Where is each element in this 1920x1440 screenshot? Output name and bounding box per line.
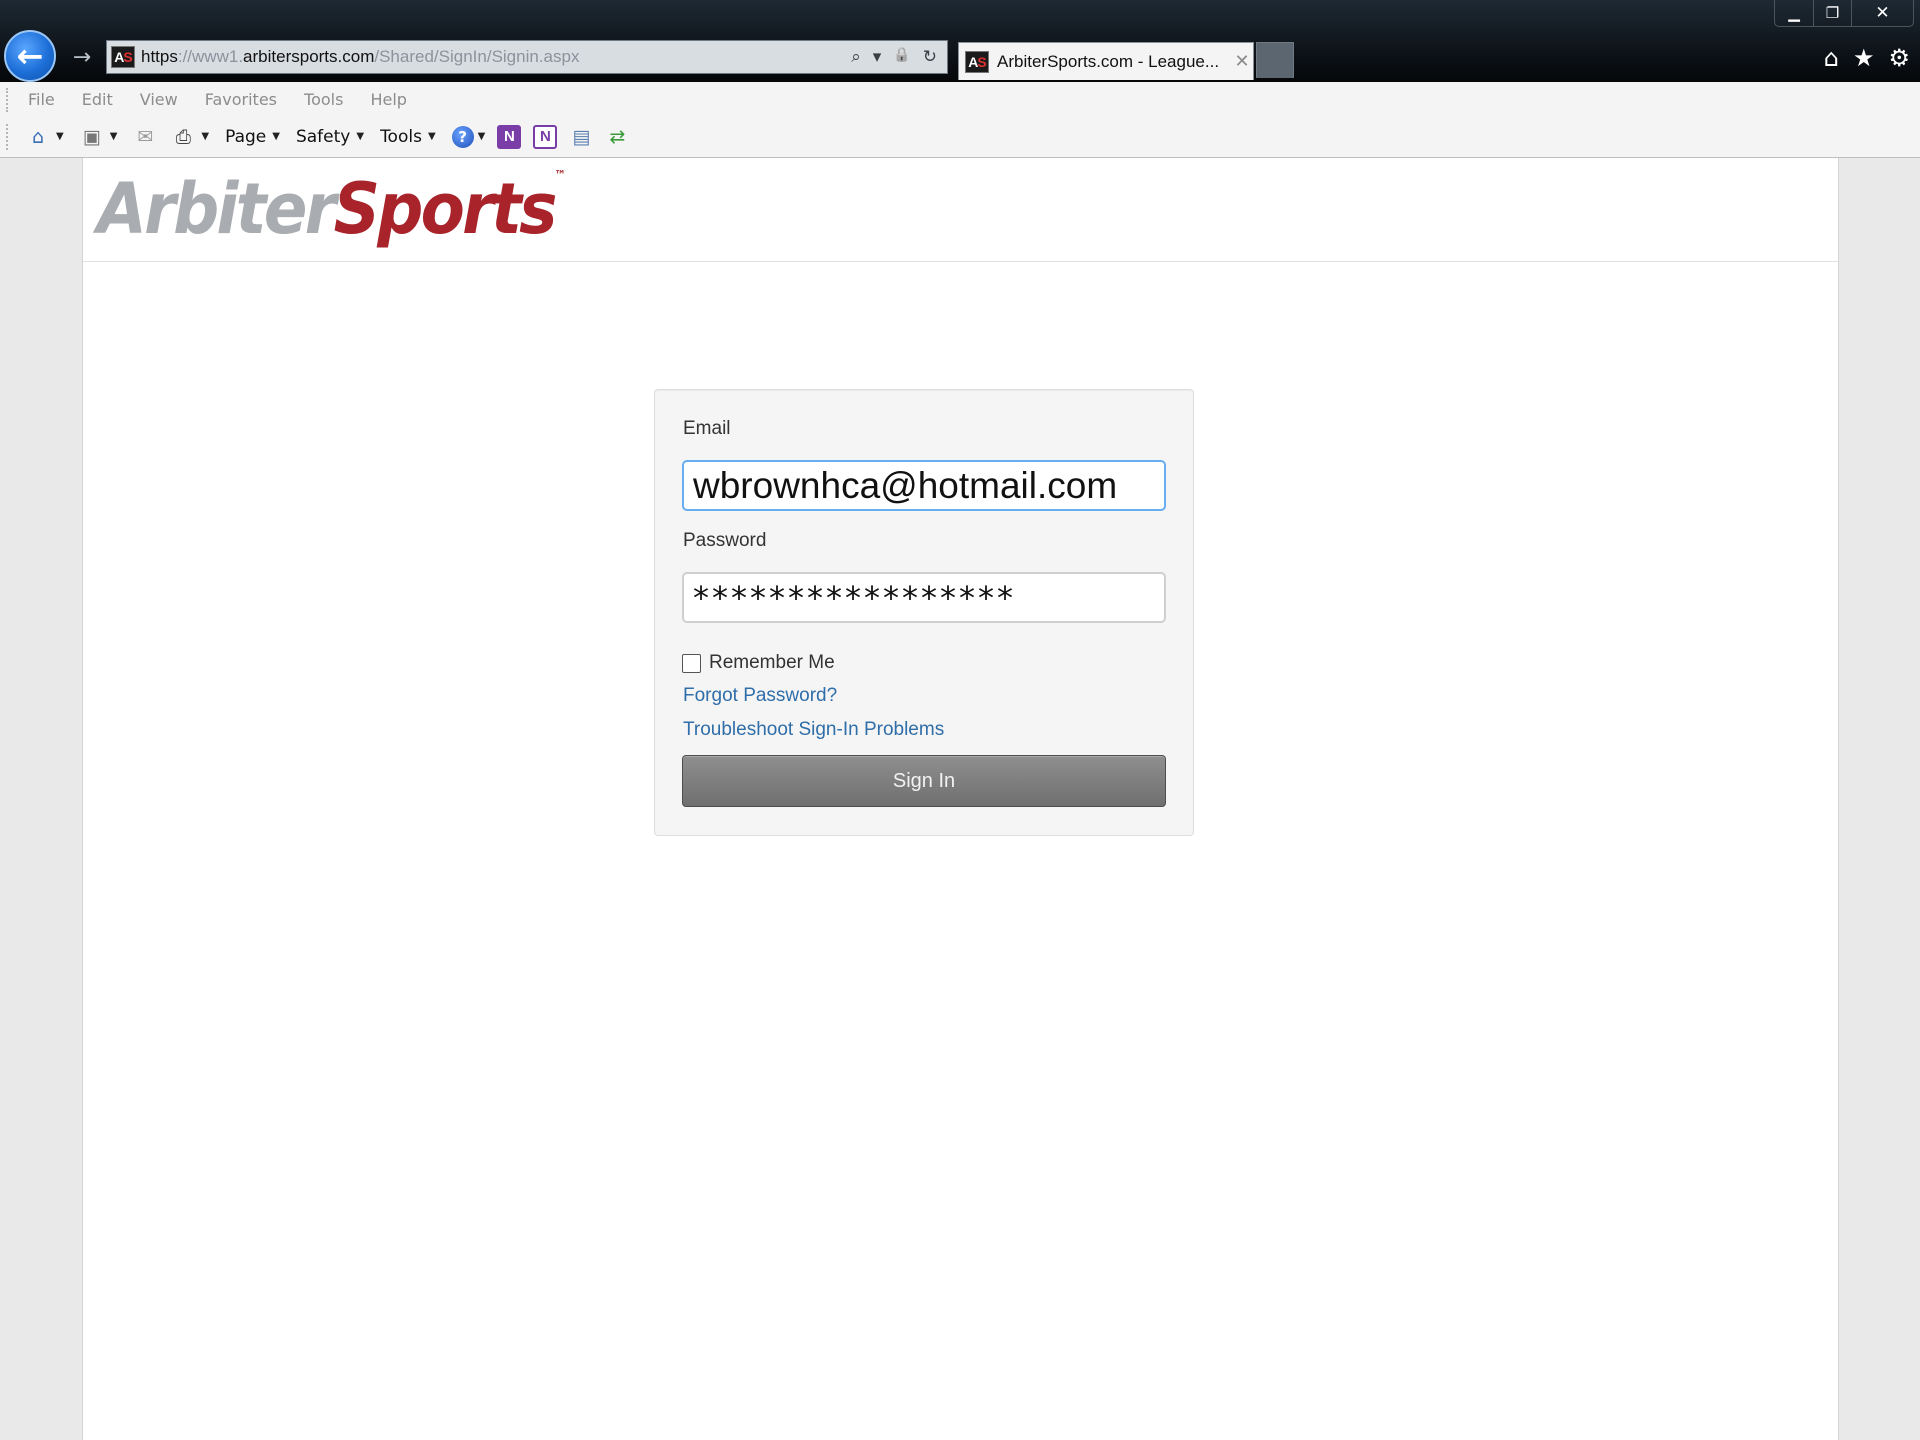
page-menu-label: Page	[225, 126, 267, 147]
minimize-button[interactable]: ▁	[1775, 0, 1813, 26]
password-label: Password	[683, 530, 767, 551]
menu-bar: File Edit View Favorites Tools Help	[0, 82, 1920, 116]
translate-icon[interactable]: ⇄	[605, 125, 629, 149]
tab-favicon-icon: AS	[965, 50, 989, 73]
close-window-button[interactable]: ✕	[1851, 0, 1913, 26]
settings-gear-icon[interactable]: ⚙	[1888, 44, 1910, 72]
refresh-icon[interactable]: ↻	[923, 47, 937, 67]
web-page: ArbiterSports™ Email wbrownhca@hotmail.c…	[82, 158, 1839, 1440]
tab-title: ArbiterSports.com - League...	[997, 51, 1220, 71]
arbitersports-logo[interactable]: ArbiterSports™	[97, 168, 566, 250]
home-icon[interactable]: ⌂	[26, 125, 50, 149]
remember-me-checkbox[interactable]	[682, 653, 701, 673]
help-menu[interactable]: ? ▼	[451, 125, 498, 148]
print-icon[interactable]: ⎙	[171, 125, 195, 149]
feeds-dropdown-icon[interactable]: ▼	[110, 131, 118, 142]
mail-icon[interactable]: ✉	[133, 125, 157, 149]
remember-me-label[interactable]: Remember Me	[709, 652, 835, 674]
help-dropdown-icon: ▼	[477, 131, 486, 142]
menu-item-help[interactable]: Help	[370, 90, 406, 109]
safety-menu[interactable]: Safety ▼	[296, 127, 380, 147]
menu-item-edit[interactable]: Edit	[82, 90, 113, 109]
email-field[interactable]: wbrownhca@hotmail.com	[682, 460, 1166, 511]
tools-dropdown-icon: ▼	[427, 131, 436, 142]
onenote-send-icon[interactable]: N	[497, 124, 522, 149]
feeds-icon[interactable]: ▣	[80, 125, 104, 149]
site-header: ArbiterSports™	[83, 158, 1838, 262]
home-dropdown-icon[interactable]: ▼	[56, 131, 64, 142]
page-menu[interactable]: Page ▼	[225, 127, 296, 147]
print-dropdown-icon[interactable]: ▼	[201, 131, 209, 142]
tab-close-icon[interactable]: ✕	[1231, 51, 1253, 72]
command-bar: ⌂ ▼ ▣ ▼ ✉ ⎙ ▼ Page ▼ Safety ▼ Tools ▼ ? …	[0, 116, 1920, 158]
tab-arbitersports[interactable]: AS ArbiterSports.com - League... ✕	[958, 42, 1254, 80]
dropdown-icon[interactable]: ▾	[873, 47, 882, 67]
remember-me-row: Remember Me	[682, 652, 835, 674]
forgot-password-link[interactable]: Forgot Password?	[683, 685, 837, 707]
troubleshoot-signin-link[interactable]: Troubleshoot Sign-In Problems	[683, 719, 944, 741]
sign-in-button[interactable]: Sign In	[682, 755, 1166, 807]
new-tab-button[interactable]	[1256, 42, 1294, 78]
window-controls: ▁ ❐ ✕	[1774, 0, 1914, 27]
restore-button[interactable]: ❐	[1813, 0, 1851, 26]
menu-item-favorites[interactable]: Favorites	[205, 90, 277, 109]
safety-dropdown-icon: ▼	[356, 131, 365, 142]
search-icon[interactable]: ⌕	[851, 47, 861, 67]
favorites-star-icon[interactable]: ★	[1853, 44, 1875, 72]
site-favicon-icon: AS	[111, 46, 135, 68]
forward-button[interactable]: →	[68, 44, 96, 70]
safety-menu-label: Safety	[295, 126, 351, 147]
password-field[interactable]: *****************	[682, 572, 1166, 623]
email-label: Email	[683, 418, 731, 439]
research-icon[interactable]: ▤	[569, 125, 593, 149]
page-dropdown-icon: ▼	[272, 131, 280, 142]
tools-menu[interactable]: Tools ▼	[380, 127, 452, 147]
menu-item-tools[interactable]: Tools	[304, 90, 343, 109]
help-icon: ?	[451, 125, 474, 148]
back-arrow-icon: ←	[16, 37, 44, 75]
menu-item-file[interactable]: File	[28, 90, 55, 109]
browser-title-bar: ▁ ❐ ✕ ← → AS https://www1.arbitersports.…	[0, 0, 1920, 82]
forward-arrow-icon: →	[72, 44, 92, 70]
tools-menu-label: Tools	[380, 126, 422, 147]
address-bar[interactable]: AS https://www1.arbitersports.com/Shared…	[106, 40, 948, 74]
menu-item-view[interactable]: View	[140, 90, 178, 109]
onenote-linked-notes-icon[interactable]: N	[533, 124, 558, 149]
back-button[interactable]: ←	[4, 30, 56, 82]
signin-card: Email wbrownhca@hotmail.com Password ***…	[654, 389, 1194, 836]
url-text[interactable]: https://www1.arbitersports.com/Shared/Si…	[141, 47, 851, 67]
lock-icon[interactable]: 🔒	[893, 47, 910, 67]
home-icon[interactable]: ⌂	[1824, 44, 1839, 72]
